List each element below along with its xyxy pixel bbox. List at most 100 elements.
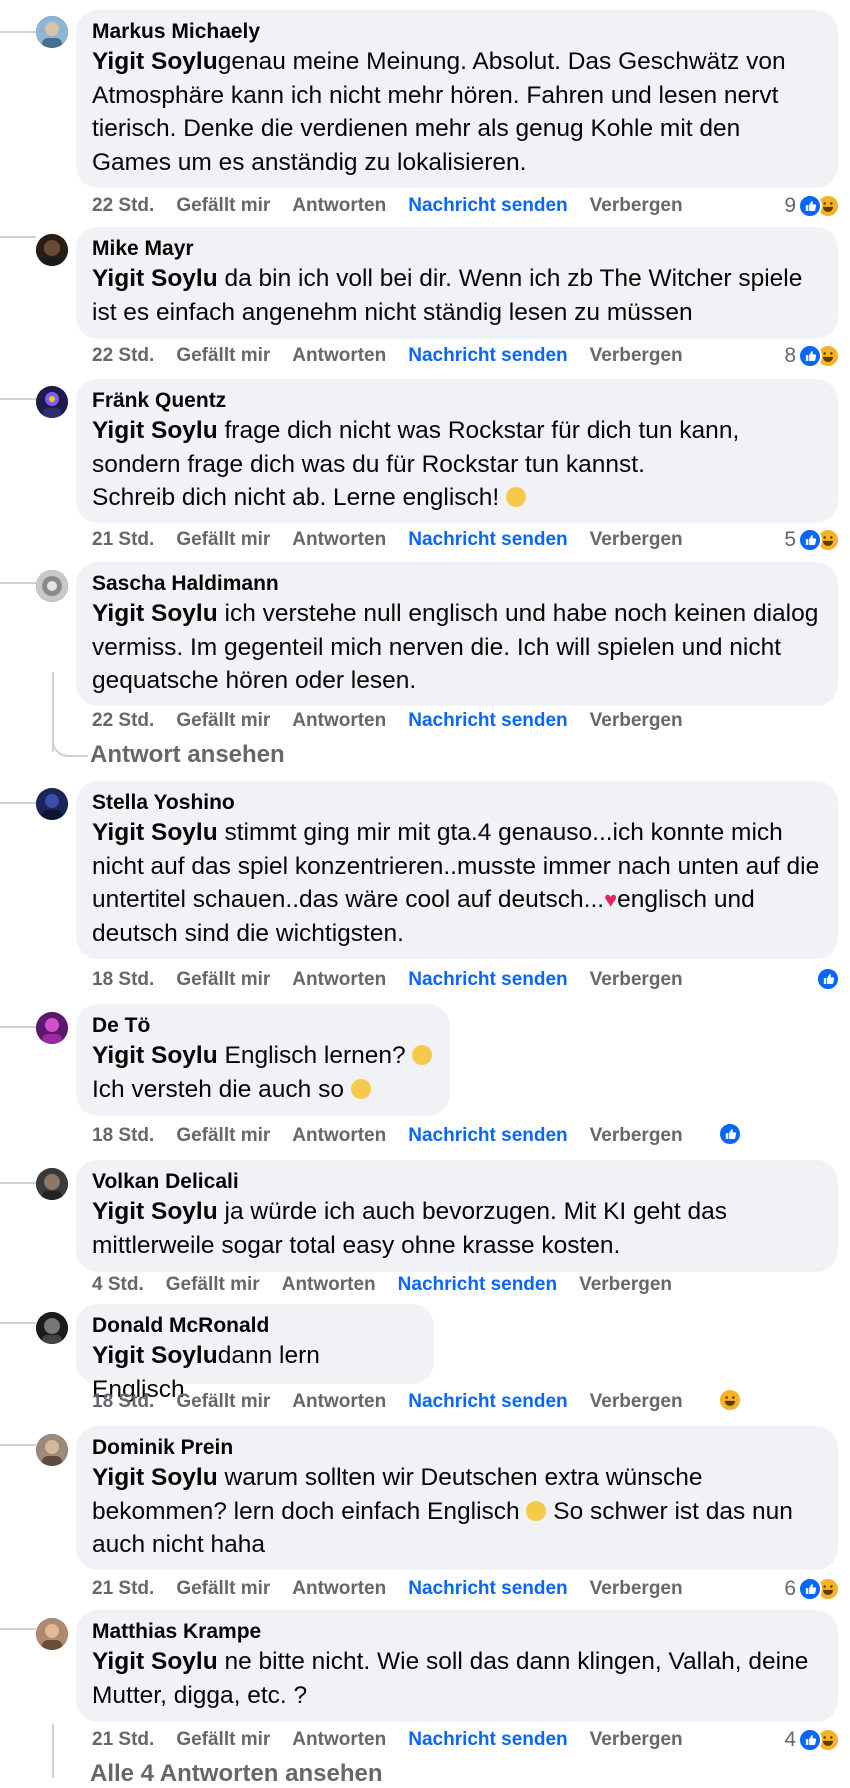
comment-actions: 22 Std. Gefällt mir Antworten Nachricht sen… <box>92 344 705 368</box>
reaction-summary[interactable] <box>816 966 840 992</box>
like-button[interactable]: Gefällt mir <box>176 969 270 990</box>
timestamp[interactable]: 18 Std. <box>92 1391 154 1412</box>
send-message-button[interactable]: Nachricht senden <box>408 1578 567 1599</box>
view-all-replies-link[interactable]: Alle 4 Antworten ansehen <box>90 1760 383 1788</box>
hide-button[interactable]: Verbergen <box>590 1729 683 1750</box>
comment-author[interactable]: Dominik Prein <box>92 1435 822 1461</box>
mention[interactable]: Yigit Soylu <box>92 1342 218 1369</box>
comment-author[interactable]: Matthias Krampe <box>92 1619 822 1645</box>
comment-author[interactable]: Markus Michaely <box>92 19 822 45</box>
send-message-button[interactable]: Nachricht senden <box>408 195 567 216</box>
avatar[interactable] <box>36 16 68 48</box>
mention[interactable]: Yigit Soylu <box>92 1464 218 1491</box>
comment-author[interactable]: Mike Mayr <box>92 236 822 262</box>
thread-connector <box>0 398 36 400</box>
timestamp[interactable]: 21 Std. <box>92 529 154 550</box>
timestamp[interactable]: 22 Std. <box>92 195 154 216</box>
like-button[interactable]: Gefällt mir <box>176 195 270 216</box>
reaction-summary[interactable] <box>718 1388 742 1414</box>
reaction-summary[interactable]: 8 <box>784 343 840 369</box>
timestamp[interactable]: 21 Std. <box>92 1578 154 1599</box>
view-replies-link[interactable]: Antwort ansehen <box>90 741 285 769</box>
like-button[interactable]: Gefällt mir <box>176 1391 270 1412</box>
send-message-button[interactable]: Nachricht senden <box>408 710 567 731</box>
like-button[interactable]: Gefällt mir <box>176 1125 270 1146</box>
reply-button[interactable]: Antworten <box>292 1125 386 1146</box>
hide-button[interactable]: Verbergen <box>590 1578 683 1599</box>
reply-button[interactable]: Antworten <box>292 529 386 550</box>
like-button[interactable]: Gefällt mir <box>176 1729 270 1750</box>
comment-actions: 21 Std. Gefällt mir Antworten Nachricht sen… <box>92 528 705 552</box>
send-message-button[interactable]: Nachricht senden <box>408 345 567 366</box>
hide-button[interactable]: Verbergen <box>590 1391 683 1412</box>
reaction-count: 5 <box>784 528 796 551</box>
like-button[interactable]: Gefällt mir <box>176 1578 270 1599</box>
avatar[interactable] <box>36 234 68 266</box>
hide-button[interactable]: Verbergen <box>579 1274 672 1295</box>
avatar[interactable] <box>36 570 68 602</box>
comment-text: Yigit Soylu da bin ich voll bei dir. Wen… <box>92 265 803 326</box>
reaction-summary[interactable]: 5 <box>784 527 840 553</box>
hide-button[interactable]: Verbergen <box>590 195 683 216</box>
avatar[interactable] <box>36 386 68 418</box>
timestamp[interactable]: 22 Std. <box>92 345 154 366</box>
avatar[interactable] <box>36 788 68 820</box>
send-message-button[interactable]: Nachricht senden <box>398 1274 557 1295</box>
mention[interactable]: Yigit Soylu <box>92 819 218 846</box>
mention[interactable]: Yigit Soylu <box>92 417 218 444</box>
reaction-summary[interactable] <box>718 1122 742 1148</box>
reaction-summary[interactable]: 9 <box>784 193 840 219</box>
like-button[interactable]: Gefällt mir <box>166 1274 260 1295</box>
send-message-button[interactable]: Nachricht senden <box>408 969 567 990</box>
comment-author[interactable]: Donald McRonald <box>92 1313 418 1339</box>
like-button[interactable]: Gefällt mir <box>176 529 270 550</box>
reaction-count: 9 <box>784 194 796 217</box>
timestamp[interactable]: 18 Std. <box>92 1125 154 1146</box>
hide-button[interactable]: Verbergen <box>590 969 683 990</box>
avatar[interactable] <box>36 1618 68 1650</box>
hide-button[interactable]: Verbergen <box>590 1125 683 1146</box>
send-message-button[interactable]: Nachricht senden <box>408 1125 567 1146</box>
comment-author[interactable]: De Tö <box>92 1013 434 1039</box>
avatar[interactable] <box>36 1312 68 1344</box>
mention[interactable]: Yigit Soylu <box>92 265 218 292</box>
mention[interactable]: Yigit Soylu <box>92 1648 218 1675</box>
mention[interactable]: Yigit Soylu <box>92 48 218 75</box>
avatar[interactable] <box>36 1434 68 1466</box>
thread-connector <box>0 802 36 804</box>
reply-button[interactable]: Antworten <box>292 1729 386 1750</box>
comment-author[interactable]: Sascha Haldimann <box>92 571 822 597</box>
reply-button[interactable]: Antworten <box>292 195 386 216</box>
send-message-button[interactable]: Nachricht senden <box>408 1729 567 1750</box>
comment-text: Yigit Soylugenau meine Meinung. Absolut.… <box>92 48 786 176</box>
timestamp[interactable]: 4 Std. <box>92 1274 144 1295</box>
mention[interactable]: Yigit Soylu <box>92 1198 218 1225</box>
avatar[interactable] <box>36 1168 68 1200</box>
avatar[interactable] <box>36 1012 68 1044</box>
reaction-summary[interactable]: 4 <box>784 1727 840 1753</box>
mention[interactable]: Yigit Soylu <box>92 600 218 627</box>
like-button[interactable]: Gefällt mir <box>176 345 270 366</box>
reply-thread-line <box>52 1724 54 1778</box>
hide-button[interactable]: Verbergen <box>590 710 683 731</box>
timestamp[interactable]: 21 Std. <box>92 1729 154 1750</box>
hide-button[interactable]: Verbergen <box>590 345 683 366</box>
reaction-summary[interactable]: 6 <box>784 1576 840 1602</box>
comment-author[interactable]: Fränk Quentz <box>92 388 822 414</box>
reply-button[interactable]: Antworten <box>292 710 386 731</box>
like-button[interactable]: Gefällt mir <box>176 710 270 731</box>
reply-button[interactable]: Antworten <box>292 1391 386 1412</box>
comment-author[interactable]: Stella Yoshino <box>92 790 822 816</box>
send-message-button[interactable]: Nachricht senden <box>408 1391 567 1412</box>
reply-button[interactable]: Antworten <box>292 969 386 990</box>
comment-author[interactable]: Volkan Delicali <box>92 1169 822 1195</box>
hide-button[interactable]: Verbergen <box>590 529 683 550</box>
comment-text: Yigit Soylu ich verstehe null englisch u… <box>92 600 819 694</box>
reply-button[interactable]: Antworten <box>292 1578 386 1599</box>
timestamp[interactable]: 18 Std. <box>92 969 154 990</box>
send-message-button[interactable]: Nachricht senden <box>408 529 567 550</box>
mention[interactable]: Yigit Soylu <box>92 1042 218 1069</box>
reply-button[interactable]: Antworten <box>282 1274 376 1295</box>
reply-button[interactable]: Antworten <box>292 345 386 366</box>
timestamp[interactable]: 22 Std. <box>92 710 154 731</box>
